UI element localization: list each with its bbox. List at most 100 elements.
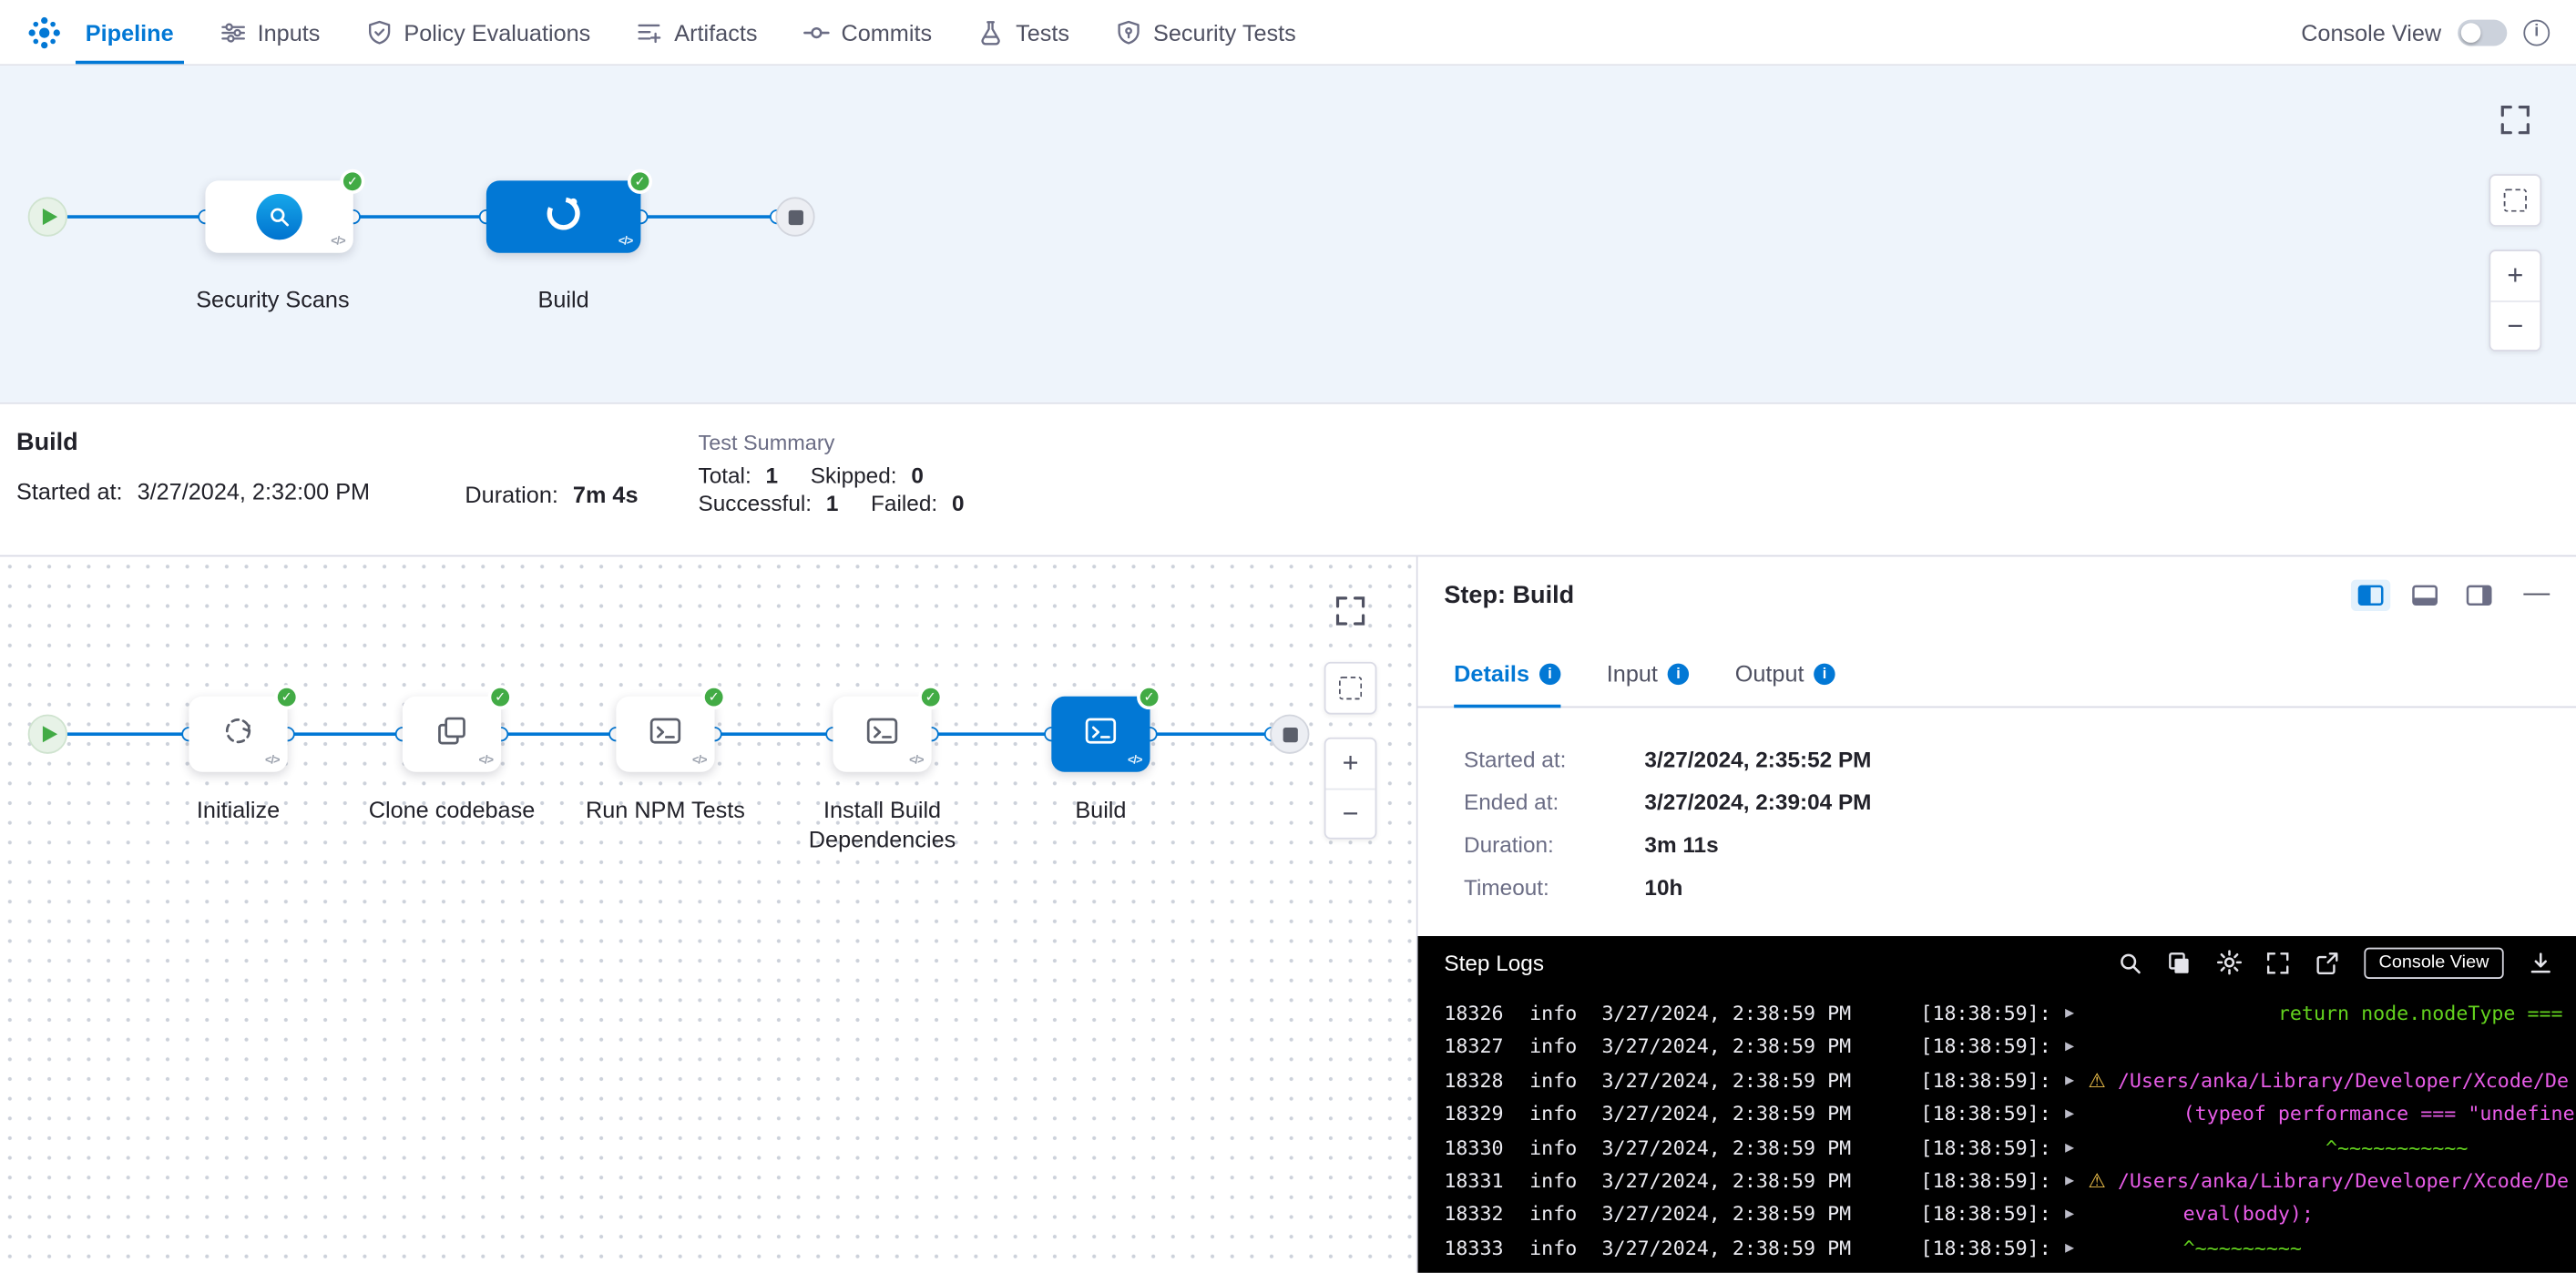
tab-pipeline[interactable]: Pipeline [86,0,174,64]
panel-view-controls [2351,579,2550,610]
search-icon[interactable] [2118,949,2144,975]
step-node-build[interactable]: </> [1051,697,1150,772]
log-line: 18327 info 3/27/2024, 2:38:59 PM [18:38:… [1444,1031,2576,1064]
log-expander-icon[interactable]: ▸ [2065,1165,2088,1198]
harness-logo-icon[interactable] [26,14,63,50]
log-settings-gear-icon[interactable] [2216,949,2243,975]
log-line-number: 18326 [1444,997,1509,1031]
code-glyph: </> [692,756,707,768]
success-check-badge [628,169,652,194]
code-glyph: </> [618,237,633,249]
tab-input[interactable]: Input [1607,660,1689,707]
step-node-install-build-dependencies[interactable]: </> [833,697,931,772]
log-expander-icon[interactable]: ▸ [2065,1231,2088,1265]
expand-canvas-icon[interactable] [1334,595,1367,627]
log-line-number: 18328 [1444,1064,1509,1097]
tab-commits[interactable]: Commits [803,0,932,64]
log-level: info [1529,1231,1579,1265]
zoom-controls [2489,250,2541,351]
zoom-out-button[interactable] [2490,300,2540,350]
inputs-icon [220,19,246,46]
tab-details[interactable]: Details [1454,660,1560,707]
info-icon[interactable] [1539,663,1560,684]
tab-details-label: Details [1454,660,1529,687]
skipped-label: Skipped: [811,463,897,487]
failed-label: Failed: [871,491,937,515]
module-tabs: Pipeline Inputs Policy Evaluations Artif… [86,0,1296,64]
info-icon[interactable] [2523,19,2550,46]
stage-node-security-scans[interactable]: </> [205,180,353,252]
console-view-button[interactable]: Console View [2364,947,2503,978]
log-time: [18:38:59]: [1920,1231,2051,1265]
detail-label: Timeout: [1464,875,1644,900]
log-line-number: 18332 [1444,1198,1509,1232]
log-expander-icon[interactable]: ▸ [2065,1131,2088,1165]
tab-security-tests[interactable]: Security Tests [1116,0,1296,64]
selection-tool-button[interactable] [1324,662,1377,715]
success-check-badge [1137,685,1161,709]
log-expander-icon[interactable]: ▸ [2065,1198,2088,1232]
policy-shield-check-icon [366,19,393,46]
log-expander-icon[interactable]: ▸ [2065,1064,2088,1097]
log-time: [18:38:59]: [1920,997,2051,1031]
log-text: (typeof performance === "undefine [2088,1097,2574,1131]
code-glyph: </> [479,756,494,768]
detail-value: 3m 11s [1644,832,1718,857]
artifacts-icon [637,19,663,46]
tab-inputs[interactable]: Inputs [220,0,320,64]
log-body[interactable]: 18326 info 3/27/2024, 2:38:59 PM [18:38:… [1418,989,2576,1273]
zoom-in-button[interactable] [2490,251,2540,300]
stage-summary-bar: Build Started at: 3/27/2024, 2:32:00 PM … [0,402,2576,555]
info-icon[interactable] [1814,663,1835,684]
navbar-right: Console View [2301,19,2550,46]
bottom-view-button[interactable] [2405,579,2444,610]
download-logs-icon[interactable] [2527,949,2553,975]
split-view-button[interactable] [2351,579,2390,610]
right-view-button[interactable] [2459,579,2499,610]
copy-logs-icon[interactable] [2167,949,2193,975]
log-date: 3/27/2024, 2:38:59 PM [1602,1165,1858,1198]
log-date: 3/27/2024, 2:38:59 PM [1602,1231,1858,1265]
tab-artifacts-label: Artifacts [674,19,757,46]
step-node-initialize[interactable]: </> [189,697,287,772]
log-time: [18:38:59]: [1920,1097,2051,1131]
tab-tests[interactable]: Tests [978,0,1069,64]
selection-tool-button[interactable] [2489,174,2541,227]
open-in-new-tab-icon[interactable] [2315,949,2341,975]
log-expander-icon[interactable]: ▸ [2065,997,2088,1031]
zoom-in-button[interactable] [1326,739,1375,789]
step-panel-title: Step: Build [1444,581,1574,609]
success-check-badge [340,169,364,194]
log-level: info [1529,1064,1579,1097]
total-value: 1 [766,463,779,487]
step-node-run-npm-tests[interactable]: </> [616,697,714,772]
step-label-install-build-dependencies: Install Build Dependencies [775,795,988,854]
log-date: 3/27/2024, 2:38:59 PM [1602,1031,1858,1064]
minimize-panel-button[interactable] [2523,580,2550,609]
log-expander-icon[interactable]: ▸ [2065,1031,2088,1064]
info-icon[interactable] [1668,663,1689,684]
stage-end-node [1270,715,1309,754]
stage-node-build[interactable]: </> [486,180,641,252]
stage-graph-canvas[interactable]: </> </> Security Scans Build [0,66,2576,402]
step-graph-canvas[interactable]: </> </> </> </> </> [0,556,1416,1272]
zoom-out-button[interactable] [1326,789,1375,838]
tab-artifacts[interactable]: Artifacts [637,0,758,64]
failed-value: 0 [952,491,965,515]
log-date: 3/27/2024, 2:38:59 PM [1602,1198,1858,1232]
fullscreen-logs-icon[interactable] [2265,949,2292,975]
initialize-sync-icon [220,712,257,757]
log-text: return node.nodeType === [2088,997,2562,1031]
console-view-toggle[interactable] [2458,19,2507,46]
duration-value: 7m 4s [573,481,639,507]
log-expander-icon[interactable]: ▸ [2065,1097,2088,1131]
step-node-clone-codebase[interactable]: </> [403,697,501,772]
detail-row: Timeout: 10h [1464,875,2550,900]
log-line: 18330 info 3/27/2024, 2:38:59 PM [18:38:… [1444,1131,2576,1165]
step-label-run-npm-tests: Run NPM Tests [558,795,772,824]
log-time: [18:38:59]: [1920,1198,2051,1232]
tab-policy-evaluations[interactable]: Policy Evaluations [366,0,590,64]
tab-output[interactable]: Output [1735,660,1835,707]
started-at-value: 3/27/2024, 2:32:00 PM [138,478,371,504]
expand-canvas-icon[interactable] [2499,104,2531,137]
